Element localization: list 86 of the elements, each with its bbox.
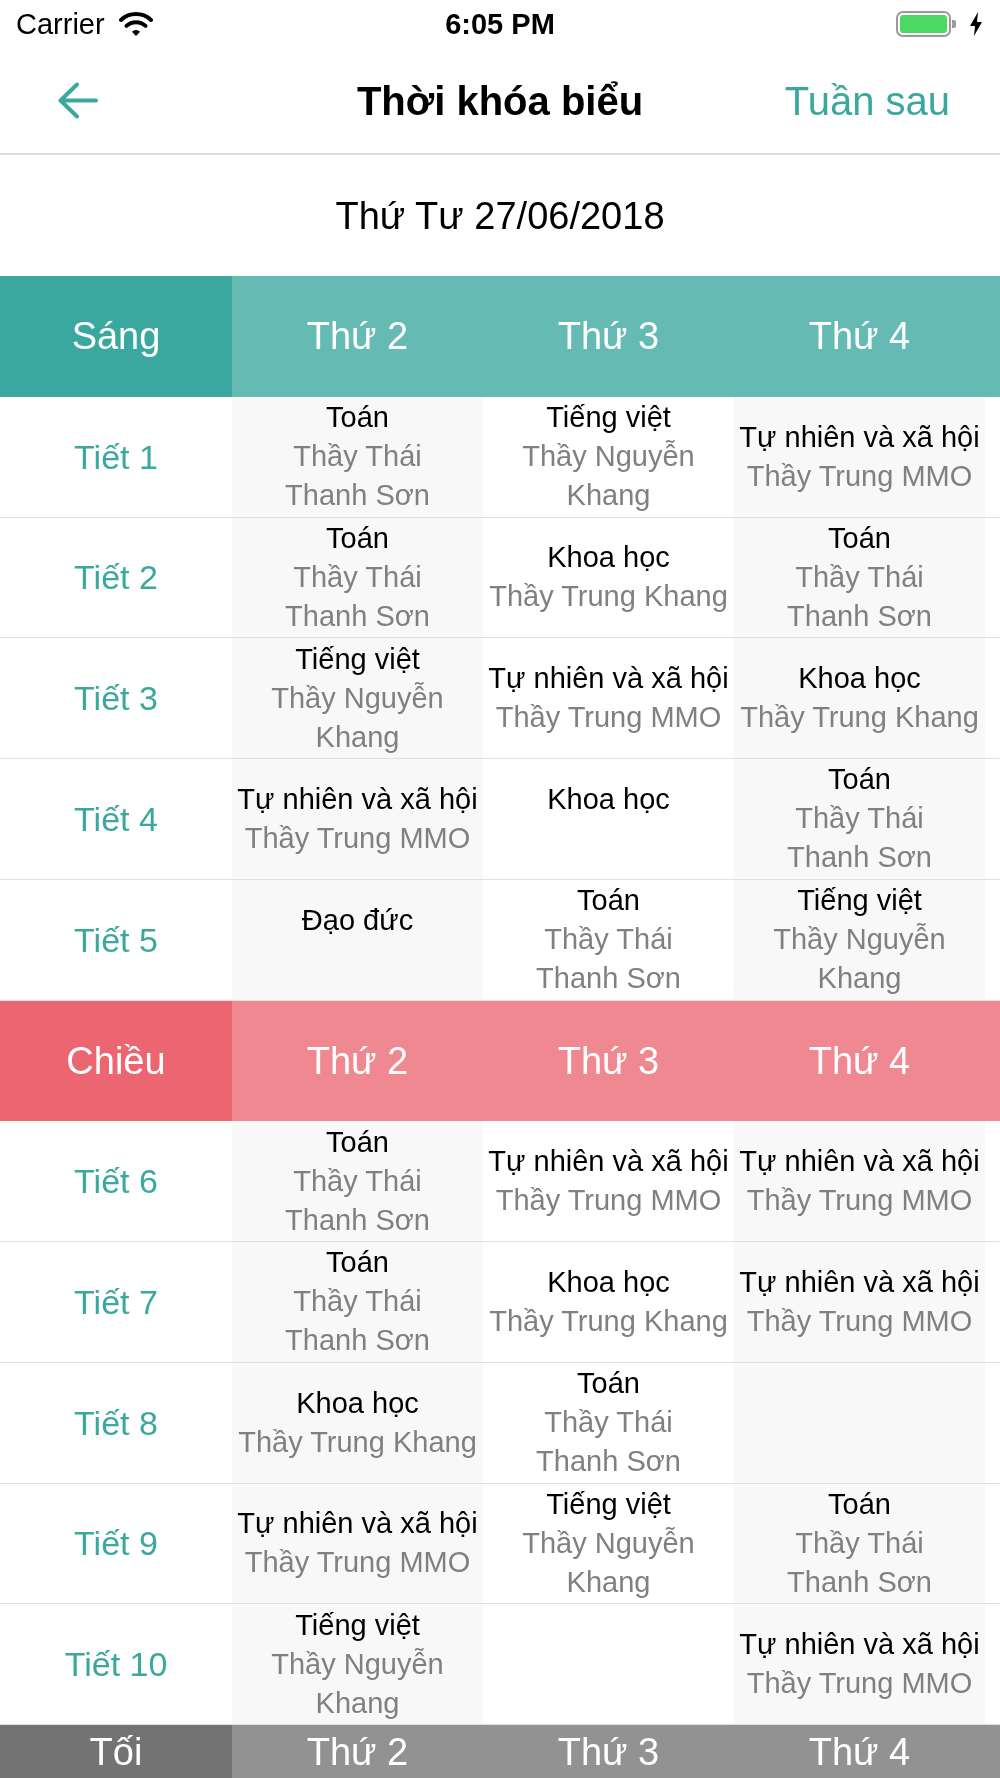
subject-name: Tự nhiên và xã hội [739, 1627, 980, 1663]
day-header: Thứ 3 [557, 317, 660, 356]
teacher-name: Thầy Thái Thanh Sơn [535, 1405, 682, 1480]
session-label: Sáng [0, 276, 232, 397]
subject-name: Toán [326, 520, 389, 556]
teacher-name: Thầy Trung MMO [746, 1666, 973, 1702]
teacher-name: Thầy Thái Thanh Sơn [284, 559, 431, 634]
teacher-name: Thầy Trung MMO [244, 820, 471, 856]
subject-name: Tự nhiên và xã hội [739, 1264, 980, 1300]
day-header: Thứ 4 [808, 1732, 911, 1771]
subject-name: Đạo đức [301, 902, 414, 938]
teacher-name: Thầy Nguyễn Khang [270, 680, 445, 755]
teacher-name: Thầy Thái Thanh Sơn [786, 1525, 933, 1600]
subject-name: Tự nhiên và xã hội [488, 661, 729, 697]
teacher-name: Thầy Trung MMO [746, 458, 973, 494]
subject-name: Tiếng việt [797, 883, 922, 919]
subject-name: Toán [326, 400, 389, 436]
period-label: Tiết 10 [64, 1647, 168, 1682]
back-button[interactable] [57, 82, 98, 119]
day-header: Thứ 2 [306, 1732, 409, 1771]
back-arrow-icon [57, 82, 98, 119]
teacher-name: Thầy Trung Khang [489, 1303, 728, 1339]
subject-name: Tiếng việt [295, 1607, 420, 1643]
subject-name: Tiếng việt [546, 1486, 671, 1522]
next-week-button[interactable]: Tuần sau [784, 80, 950, 121]
subject-name: Toán [326, 1245, 389, 1281]
teacher-name: Thầy Nguyễn Khang [521, 1525, 696, 1600]
period-label: Tiết 7 [74, 1284, 158, 1319]
teacher-name: Thầy Trung Khang [238, 1424, 477, 1460]
subject-name: Toán [828, 1486, 891, 1522]
subject-name: Khoa học [547, 540, 670, 576]
day-header: Thứ 2 [306, 1041, 409, 1080]
teacher-name: Thầy Thái Thanh Sơn [535, 922, 682, 997]
teacher-name: Thầy Thái Thanh Sơn [284, 1163, 431, 1238]
subject-name: Tiếng việt [295, 641, 420, 677]
charging-bolt-icon [970, 12, 982, 36]
period-label: Tiết 3 [74, 681, 158, 716]
subject-name: Toán [577, 1366, 640, 1402]
wifi-icon [118, 11, 153, 37]
subject-name: Tự nhiên và xã hội [488, 1144, 729, 1180]
teacher-name: Thầy Thái Thanh Sơn [786, 801, 933, 876]
carrier-name: Carrier [16, 9, 105, 39]
subject-name: Toán [828, 762, 891, 798]
teacher-name: Thầy Trung Khang [740, 700, 979, 736]
date-label: Thứ Tư 27/06/2018 [335, 196, 665, 235]
teacher-name: Thầy Trung Khang [489, 579, 728, 615]
teacher-name: Thầy Nguyễn Khang [521, 439, 696, 514]
period-label: Tiết 4 [74, 801, 158, 836]
teacher-name: Thầy Trung MMO [495, 1183, 722, 1219]
session-label: Tối [0, 1725, 232, 1778]
subject-name: Tự nhiên và xã hội [739, 419, 980, 455]
subject-name: Tự nhiên và xã hội [237, 781, 478, 817]
day-header: Thứ 3 [557, 1041, 660, 1080]
teacher-name: Thầy Thái Thanh Sơn [786, 559, 933, 634]
period-label: Tiết 6 [74, 1164, 158, 1199]
teacher-name: Thầy Trung MMO [244, 1545, 471, 1581]
period-label: Tiết 1 [74, 439, 158, 474]
day-header: Thứ 4 [808, 1041, 911, 1080]
day-header: Thứ 4 [808, 317, 911, 356]
subject-name: Tự nhiên và xã hội [739, 1144, 980, 1180]
subject-name: Toán [326, 1124, 389, 1160]
period-label: Tiết 2 [74, 560, 158, 595]
subject-name: Khoa học [296, 1385, 419, 1421]
teacher-name: Thầy Nguyễn Khang [772, 922, 947, 997]
period-label: Tiết 8 [74, 1405, 158, 1440]
teacher-name: Thầy Trung MMO [746, 1303, 973, 1339]
day-header: Thứ 2 [306, 317, 409, 356]
subject-name: Tiếng việt [546, 400, 671, 436]
subject-name: Toán [828, 520, 891, 556]
teacher-name: Thầy Nguyễn Khang [270, 1646, 445, 1721]
day-header: Thứ 3 [557, 1732, 660, 1771]
subject-name: Tự nhiên và xã hội [237, 1506, 478, 1542]
clock-time: 6:05 PM [445, 9, 555, 39]
battery-icon [896, 11, 956, 37]
subject-name: Toán [577, 883, 640, 919]
teacher-name: Thầy Thái Thanh Sơn [284, 1284, 431, 1359]
subject-name: Khoa học [798, 661, 921, 697]
session-label: Chiều [0, 1000, 232, 1122]
teacher-name: Thầy Trung MMO [495, 700, 722, 736]
period-label: Tiết 9 [74, 1526, 158, 1561]
subject-name: Khoa học [547, 781, 670, 817]
teacher-name: Thầy Thái Thanh Sơn [284, 439, 431, 514]
subject-name: Khoa học [547, 1264, 670, 1300]
period-label: Tiết 5 [74, 922, 158, 957]
teacher-name: Thầy Trung MMO [746, 1183, 973, 1219]
nav-title: Thời khóa biểu [356, 80, 644, 121]
